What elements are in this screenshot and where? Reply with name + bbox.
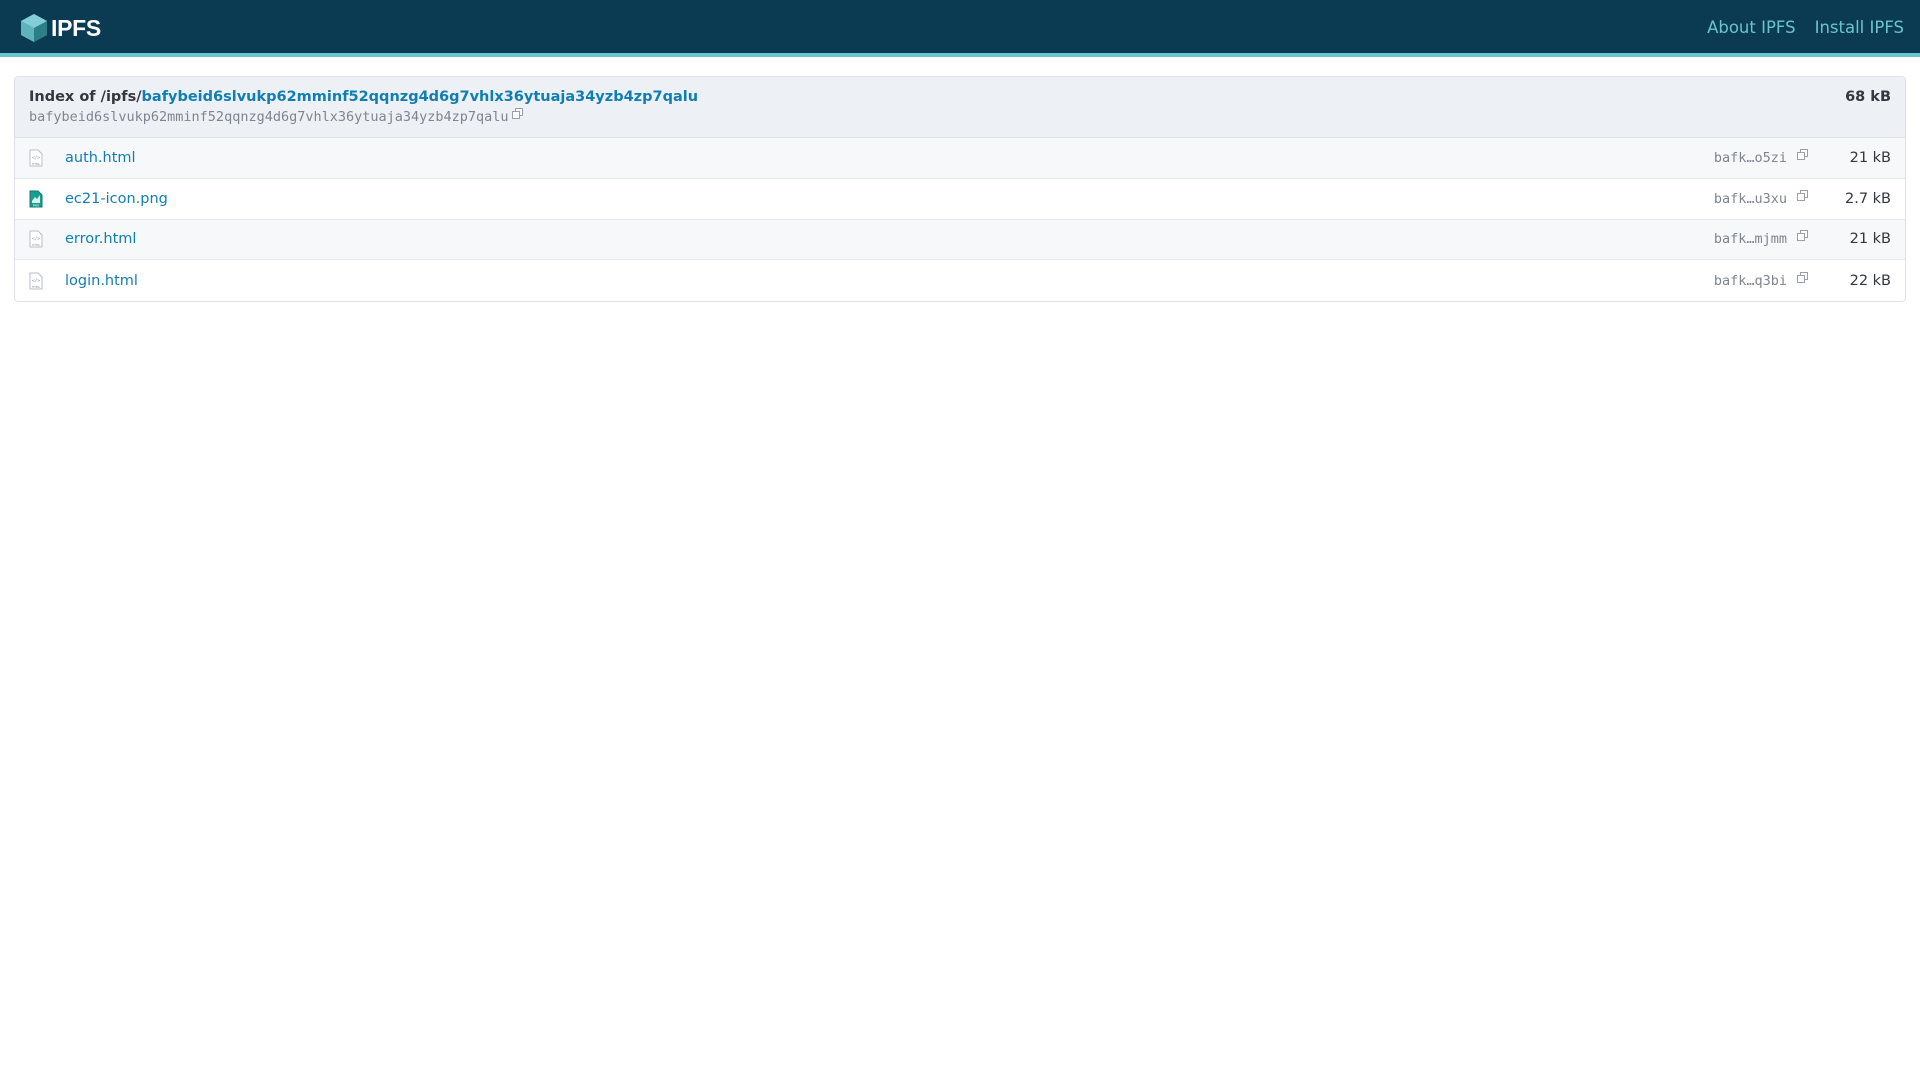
- logo-text: IPFS: [51, 14, 101, 41]
- file-cid: bafk…mjmm: [1714, 230, 1808, 247]
- listing-header: Index of /ipfs/bafybeid6slvukp62mminf52q…: [15, 77, 1905, 138]
- copy-icon[interactable]: [1797, 271, 1808, 283]
- copy-icon[interactable]: [1797, 230, 1808, 242]
- file-row: PNG ec21-icon.png bafk…u3xu 2.7 kB: [15, 178, 1905, 220]
- file-row: </> HTML login.html bafk…q3bi 22 kB: [15, 260, 1905, 301]
- file-cid-link[interactable]: bafk…mjmm: [1714, 231, 1787, 247]
- file-size: 22 kB: [1849, 272, 1891, 289]
- file-row: </> HTML auth.html bafk…o5zi 21 kB: [15, 138, 1905, 179]
- file-cid: bafk…o5zi: [1714, 148, 1808, 166]
- svg-text:HTML: HTML: [32, 162, 41, 166]
- directory-listing: Index of /ipfs/bafybeid6slvukp62mminf52q…: [14, 76, 1906, 302]
- html-file-icon: </> HTML: [29, 230, 43, 248]
- copy-icon[interactable]: [511, 108, 523, 119]
- svg-text:HTML: HTML: [32, 243, 41, 247]
- ipfs-logo-link[interactable]: IPFS: [20, 13, 101, 43]
- install-ipfs-link[interactable]: Install IPFS: [1815, 18, 1904, 37]
- file-link[interactable]: error.html: [65, 231, 136, 247]
- copy-icon[interactable]: [1797, 148, 1808, 160]
- copy-icon[interactable]: [1797, 189, 1808, 201]
- file-size: 21 kB: [1849, 231, 1891, 248]
- file-link[interactable]: ec21-icon.png: [65, 191, 168, 207]
- root-cid-link[interactable]: bafybeid6slvukp62mminf52qqnzg4d6g7vhlx36…: [142, 89, 699, 105]
- header-nav: About IPFS Install IPFS: [1707, 18, 1904, 37]
- about-ipfs-link[interactable]: About IPFS: [1707, 18, 1796, 37]
- cid-line: bafybeid6slvukp62mminf52qqnzg4d6g7vhlx36…: [29, 108, 523, 125]
- file-row: </> HTML error.html bafk…mjmm 21 kB: [15, 219, 1905, 261]
- total-size: 68 kB: [1845, 89, 1891, 105]
- file-cid: bafk…q3bi: [1714, 271, 1808, 289]
- svg-text:PNG: PNG: [33, 203, 40, 207]
- svg-text:HTML: HTML: [32, 285, 41, 289]
- file-link[interactable]: login.html: [65, 273, 138, 289]
- file-cid-link[interactable]: bafk…o5zi: [1714, 150, 1787, 166]
- file-cid: bafk…u3xu: [1714, 189, 1808, 207]
- index-path: Index of /ipfs/bafybeid6slvukp62mminf52q…: [29, 89, 698, 105]
- html-file-icon: </> HTML: [29, 149, 43, 167]
- svg-text:</>: </>: [31, 278, 40, 284]
- file-size: 2.7 kB: [1844, 190, 1891, 207]
- file-cid-link[interactable]: bafk…q3bi: [1714, 273, 1787, 289]
- ipfs-cube-icon: [21, 14, 47, 42]
- svg-text:</>: </>: [31, 236, 40, 242]
- png-file-icon: PNG: [29, 190, 43, 208]
- file-size: 21 kB: [1849, 149, 1891, 166]
- html-file-icon: </> HTML: [29, 272, 43, 290]
- file-cid-link[interactable]: bafk…u3xu: [1714, 191, 1787, 207]
- svg-text:</>: </>: [31, 155, 40, 161]
- file-link[interactable]: auth.html: [65, 150, 136, 166]
- index-prefix: Index of /ipfs/: [29, 89, 142, 105]
- top-header: IPFS About IPFS Install IPFS: [0, 0, 1920, 57]
- directory-cid: bafybeid6slvukp62mminf52qqnzg4d6g7vhlx36…: [29, 109, 509, 125]
